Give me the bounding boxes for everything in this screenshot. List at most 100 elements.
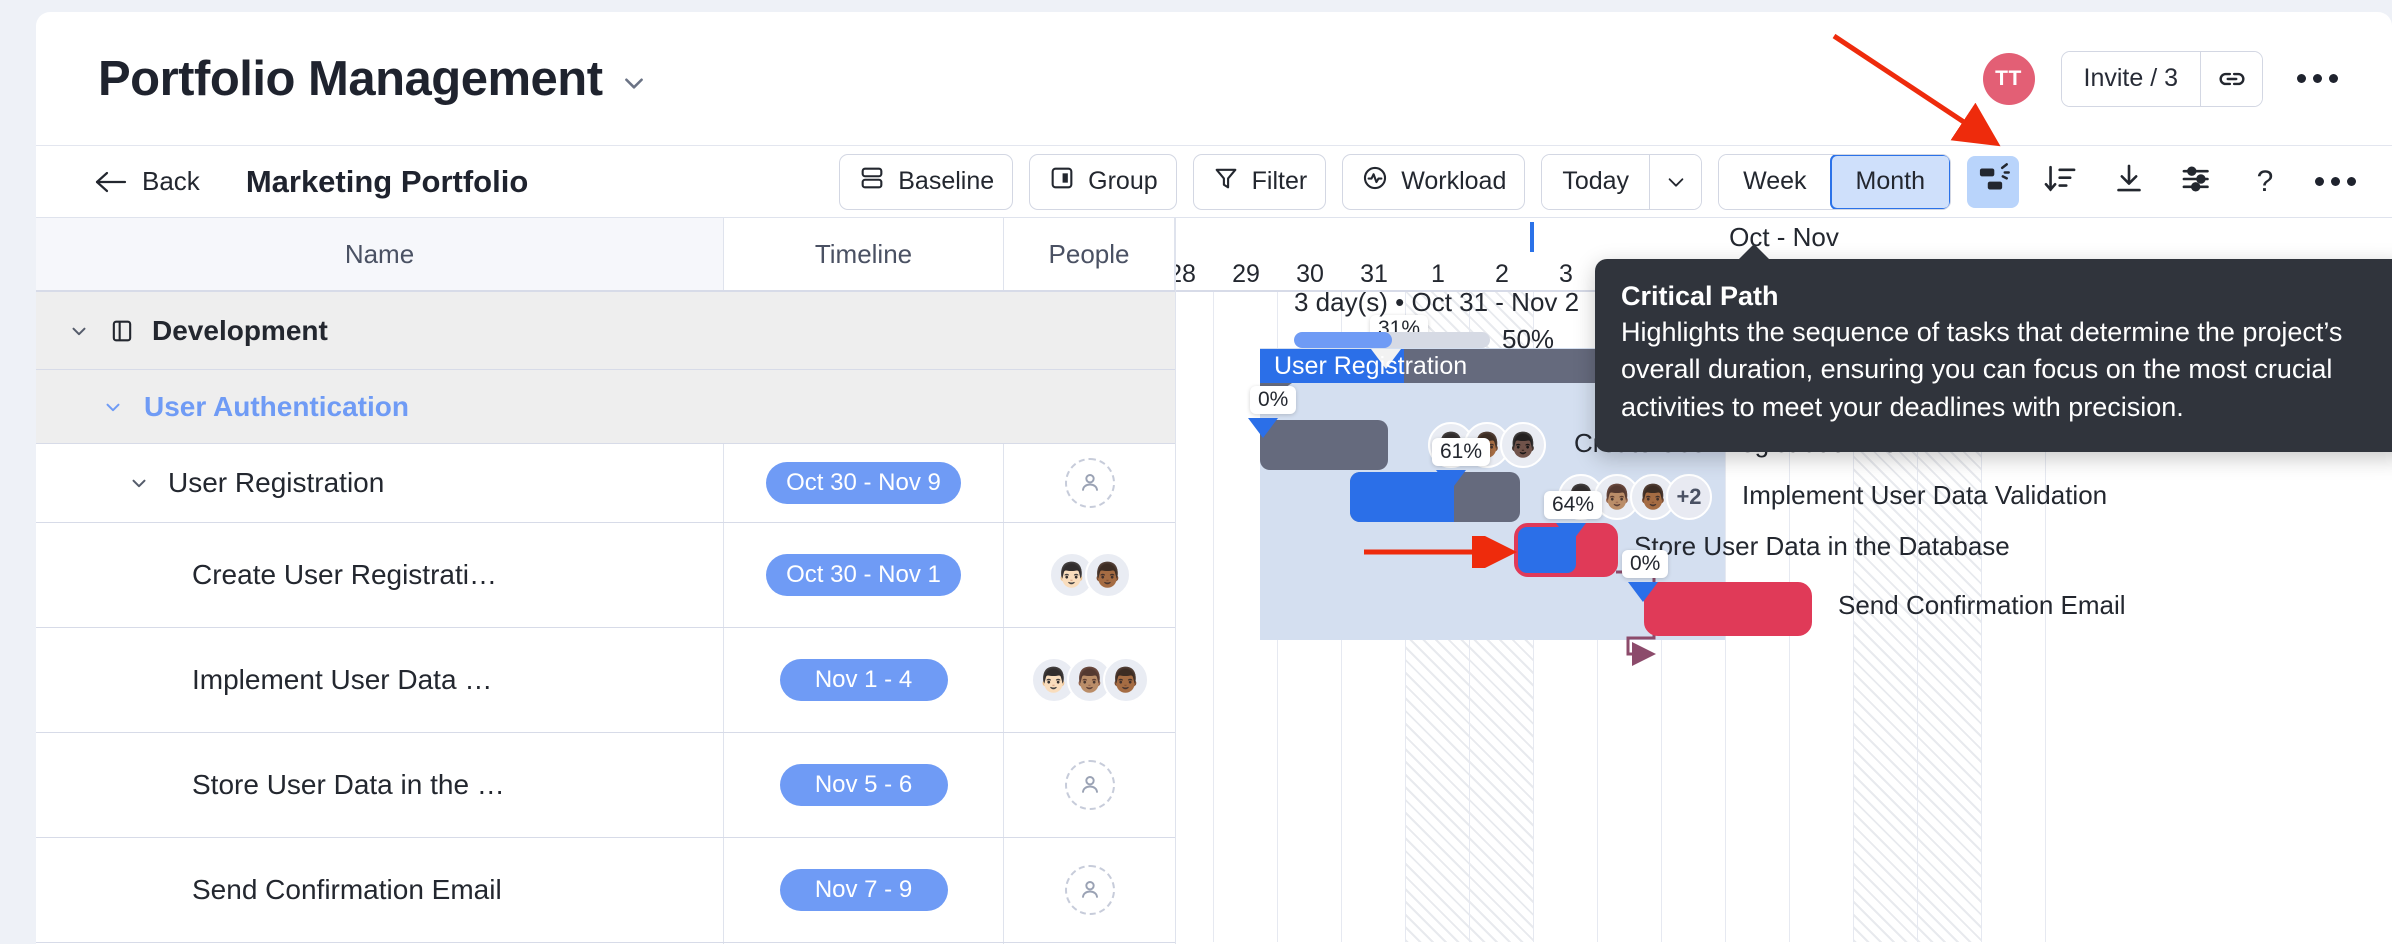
chevron-down-icon[interactable] <box>621 70 647 96</box>
row-name-cell: Implement User Data … <box>36 628 724 732</box>
add-person-icon[interactable] <box>1065 865 1115 915</box>
today-button[interactable]: Today <box>1542 155 1649 209</box>
add-person-icon[interactable] <box>1065 760 1115 810</box>
hover-duration-label: 3 day(s) • Oct 31 - Nov 2 <box>1294 287 1579 318</box>
avatar-overflow[interactable]: +2 <box>1666 474 1712 520</box>
filter-button[interactable]: Filter <box>1193 154 1327 210</box>
bar-percent-pointer <box>1248 418 1278 438</box>
gantt-day-header: 29 <box>1214 256 1278 292</box>
row-name-label: Development <box>152 315 328 347</box>
page-title: Portfolio Management <box>98 51 603 107</box>
display-settings-button[interactable] <box>2171 156 2223 208</box>
invite-group: Invite / 3 <box>2061 51 2264 107</box>
row-people-cell[interactable] <box>1004 838 1175 942</box>
ellipsis-dot <box>2297 74 2306 83</box>
today-chevron-down-icon[interactable] <box>1649 155 1701 209</box>
row-people-cell[interactable] <box>1004 444 1175 522</box>
table-row[interactable]: Create User Registrati… Oct 30 - Nov 1 👨… <box>36 523 1175 628</box>
activity-icon <box>1361 164 1389 199</box>
filter-label: Filter <box>1252 167 1308 196</box>
row-people-cell <box>1004 370 1175 443</box>
row-name-cell: Development <box>36 292 724 369</box>
tooltip-body: Highlights the sequence of tasks that de… <box>1621 314 2383 426</box>
row-timeline-cell[interactable]: Oct 30 - Nov 1 <box>724 523 1004 627</box>
column-header-name[interactable]: Name <box>36 218 724 290</box>
row-name-label[interactable]: User Authentication <box>144 391 409 423</box>
table-row[interactable]: User Registration Oct 30 - Nov 9 <box>36 444 1175 523</box>
table-row[interactable]: Implement User Data … Nov 1 - 4 👨🏻 👨🏽 👨🏾 <box>36 628 1175 733</box>
download-button[interactable] <box>2103 156 2155 208</box>
grid-header-row: Name Timeline People <box>36 218 1175 292</box>
ellipsis-dot <box>2329 74 2338 83</box>
gantt-bar-critical[interactable] <box>1644 582 1812 636</box>
help-button[interactable]: ? <box>2239 156 2291 208</box>
row-name-label: Implement User Data … <box>192 664 492 696</box>
row-timeline-cell <box>724 292 1004 369</box>
chevron-down-icon[interactable] <box>64 320 94 342</box>
invite-button[interactable]: Invite / 3 <box>2062 52 2201 106</box>
table-row[interactable]: User Authentication <box>36 370 1175 444</box>
timeline-pill[interactable]: Oct 30 - Nov 1 <box>766 554 961 596</box>
add-person-icon[interactable] <box>1065 458 1115 508</box>
critical-path-button[interactable] <box>1967 156 2019 208</box>
avatar-stack[interactable]: 👨🏻 👨🏾 <box>1049 552 1131 598</box>
header-actions: TT Invite / 3 <box>1983 51 2347 107</box>
timeline-pill[interactable]: Oct 30 - Nov 9 <box>766 462 961 504</box>
row-people-cell[interactable]: 👨🏻 👨🏽 👨🏾 <box>1004 628 1175 732</box>
ellipsis-dot <box>2347 177 2356 186</box>
column-header-people[interactable]: People <box>1004 218 1175 290</box>
avatar[interactable]: 👨🏾 <box>1085 552 1131 598</box>
baseline-button[interactable]: Baseline <box>839 154 1013 210</box>
gantt-hover-tooltip: 3 day(s) • Oct 31 - Nov 2 50% <box>1294 287 1579 355</box>
row-name-cell: Create User Registrati… <box>36 523 724 627</box>
chevron-down-icon[interactable] <box>124 472 154 494</box>
header-more-button[interactable] <box>2289 68 2346 89</box>
avatar-stack[interactable]: 👨🏻 👨🏽 👨🏾 <box>1031 657 1149 703</box>
timeline-pill[interactable]: Nov 1 - 4 <box>780 659 948 701</box>
avatar[interactable]: TT <box>1983 53 2035 105</box>
top-header: Portfolio Management TT Invite / 3 <box>36 12 2392 146</box>
sort-button[interactable] <box>2035 156 2087 208</box>
zoom-month-button[interactable]: Month <box>1830 154 1951 210</box>
page-title-group[interactable]: Portfolio Management <box>98 51 647 107</box>
hover-percent-label: 50% <box>1502 324 1554 355</box>
download-icon <box>2112 162 2146 201</box>
annotation-arrow-gantt <box>1360 536 1520 568</box>
back-button[interactable]: Back <box>94 166 200 197</box>
group-label: Group <box>1088 167 1157 196</box>
timeline-pill[interactable]: Nov 7 - 9 <box>780 869 948 911</box>
sort-descending-icon <box>2044 162 2078 201</box>
row-timeline-cell[interactable]: Nov 7 - 9 <box>724 838 1004 942</box>
row-timeline-cell[interactable]: Oct 30 - Nov 9 <box>724 444 1004 522</box>
row-people-cell[interactable]: 👨🏻 👨🏾 <box>1004 523 1175 627</box>
ellipsis-dot <box>2331 177 2340 186</box>
row-name-label: Store User Data in the … <box>192 769 505 801</box>
sliders-icon <box>2180 162 2214 201</box>
timeline-pill[interactable]: Nov 5 - 6 <box>780 764 948 806</box>
ellipsis-dot <box>2313 74 2322 83</box>
table-row[interactable]: Send Confirmation Email Nov 7 - 9 <box>36 838 1175 943</box>
funnel-icon <box>1212 164 1240 199</box>
avatar[interactable]: 👨🏿 <box>1500 422 1546 468</box>
view-toolbar: Back Marketing Portfolio Baseline Group <box>36 146 2392 218</box>
row-name-label: User Registration <box>168 467 384 499</box>
row-timeline-cell[interactable]: Nov 1 - 4 <box>724 628 1004 732</box>
gantt-bar[interactable] <box>1260 420 1388 470</box>
row-name-label: Create User Registrati… <box>192 559 497 591</box>
gantt-task-label: Send Confirmation Email <box>1838 590 2126 621</box>
table-row[interactable]: Store User Data in the … Nov 5 - 6 <box>36 733 1175 838</box>
workload-button[interactable]: Workload <box>1342 154 1525 210</box>
group-button[interactable]: Group <box>1029 154 1176 210</box>
row-name-cell: User Registration <box>36 444 724 522</box>
zoom-week-button[interactable]: Week <box>1719 155 1830 209</box>
row-people-cell[interactable] <box>1004 733 1175 837</box>
table-row[interactable]: Development <box>36 292 1175 370</box>
chevron-down-icon[interactable] <box>98 396 128 418</box>
toolbar-more-button[interactable] <box>2307 171 2364 192</box>
help-label: ? <box>2257 165 2274 199</box>
row-timeline-cell[interactable]: Nov 5 - 6 <box>724 733 1004 837</box>
row-name-cell: Store User Data in the … <box>36 733 724 837</box>
column-header-timeline[interactable]: Timeline <box>724 218 1004 290</box>
link-icon[interactable] <box>2200 52 2262 106</box>
avatar[interactable]: 👨🏾 <box>1103 657 1149 703</box>
